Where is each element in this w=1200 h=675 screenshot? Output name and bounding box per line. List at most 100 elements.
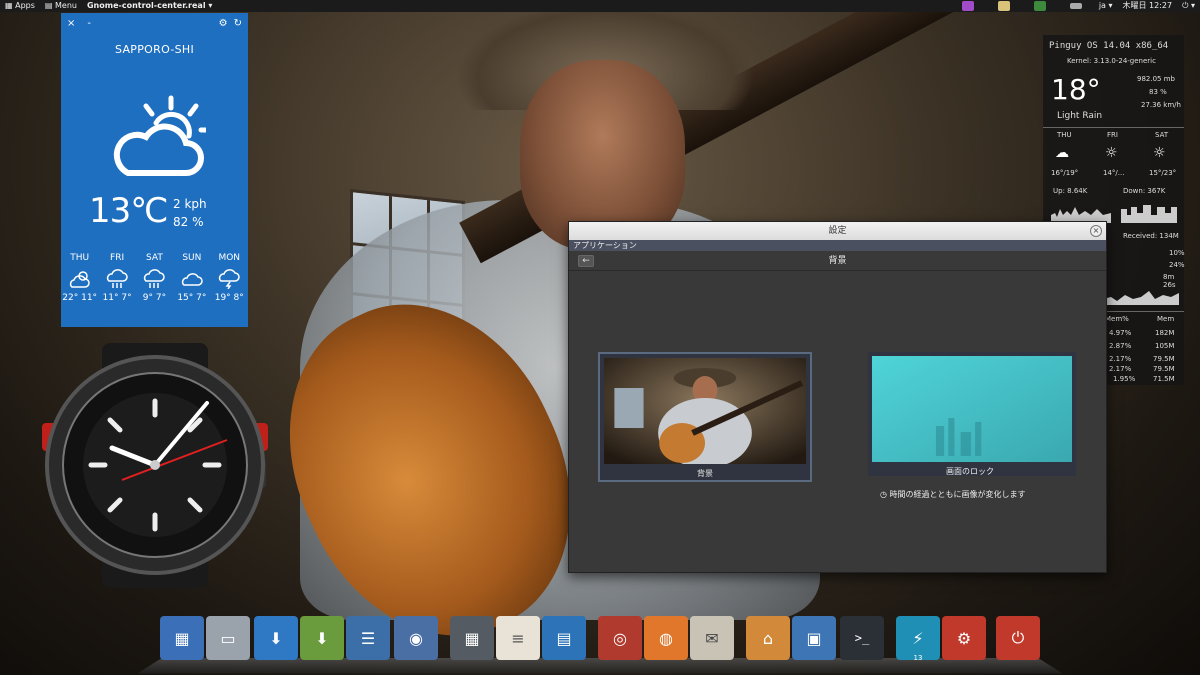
tray-app-icon[interactable] xyxy=(961,1,974,11)
document-writer-icon[interactable]: ▤ xyxy=(542,616,586,660)
weather-settings-icon[interactable]: ⚙ xyxy=(219,18,228,29)
sysmon-os: Pinguy OS 14.04 x86_64 xyxy=(1049,41,1169,51)
tray-window-icon[interactable] xyxy=(997,1,1010,11)
proc-mem-pct: 4.97% xyxy=(1109,329,1132,337)
weather-close-button[interactable]: × xyxy=(67,18,75,29)
weather-wind: 2 kph xyxy=(173,197,207,211)
sysmon-day: THU xyxy=(1057,131,1072,139)
background-label: 背景 xyxy=(697,469,713,478)
clock[interactable]: 木曜日 12:27 xyxy=(1118,0,1178,12)
weather-minimize-button[interactable]: - xyxy=(87,18,91,29)
calculator-icon[interactable]: ▦ xyxy=(450,616,494,660)
power-icon[interactable]: ⏻ xyxy=(996,616,1040,660)
sysmon-col-mem: Mem xyxy=(1157,315,1175,323)
partly-sunny-icon xyxy=(69,271,90,288)
sysmon-pressure: 982.05 mb xyxy=(1137,75,1175,83)
analog-clock-widget xyxy=(42,343,268,588)
software-center-icon[interactable]: ⬇ xyxy=(254,616,298,660)
proc-mem: 79.5M xyxy=(1153,365,1175,373)
cpu-graph xyxy=(1103,291,1179,305)
tray-battery-icon[interactable] xyxy=(1069,3,1082,9)
weather-app-icon[interactable]: ⚡ 13 xyxy=(896,616,940,662)
firefox-icon[interactable]: ◍ xyxy=(644,616,688,660)
top-panel: ▦ Apps ▤ Menu Gnome-control-center.real … xyxy=(0,0,1200,12)
proc-mem-pct: 2.17% xyxy=(1109,365,1132,373)
proc-mem: 79.5M xyxy=(1153,355,1175,363)
tray-shield-icon[interactable] xyxy=(1033,1,1046,11)
weather-humidity: 82 % xyxy=(173,215,204,229)
proc-mem-pct: 2.87% xyxy=(1109,342,1132,350)
proc-mem-pct: 1.95% xyxy=(1113,375,1136,383)
sysmon-temperature: 18° xyxy=(1051,73,1101,106)
file-manager-icon[interactable]: ▭ xyxy=(206,616,250,660)
settings-title: 設定 xyxy=(828,226,847,236)
window-close-button[interactable]: × xyxy=(1090,225,1102,237)
settings-gear-icon[interactable]: ⚙ xyxy=(942,616,986,660)
workspace-icon[interactable]: ▣ xyxy=(792,616,836,660)
settings-window: 設定 × アプリケーション ← 背景 背景 画面のロック ◷ 時間の経過とともに… xyxy=(568,221,1107,573)
weather-temperature: 13℃ xyxy=(89,191,168,231)
cloud-icon xyxy=(181,273,203,286)
partly-sunny-icon: ☼ xyxy=(1153,145,1166,161)
weather-city: SAPPORO-SHI xyxy=(114,43,194,56)
chrome-icon[interactable]: ◎ xyxy=(598,616,642,660)
proc-mem: 182M xyxy=(1155,329,1175,337)
sysmon-cpu1: 10% xyxy=(1169,249,1185,257)
main-menu[interactable]: ▤ Menu xyxy=(40,0,82,12)
proc-mem-pct: 2.17% xyxy=(1109,355,1132,363)
slideshow-note: ◷ 時間の経過とともに画像が変化します xyxy=(880,490,1026,499)
keyboard-language[interactable]: ja ▾ xyxy=(1094,0,1118,12)
sysmon-condition: Light Rain xyxy=(1057,111,1103,121)
forecast-day: MON 19° 8° xyxy=(214,253,244,303)
rain-icon xyxy=(106,269,128,288)
weather-app-glyph: ⚡ xyxy=(912,628,924,648)
sysmon-day-temps: 16°/19° xyxy=(1051,169,1079,177)
weather-app-badge: 13 xyxy=(913,654,923,662)
proc-mem: 105M xyxy=(1155,342,1175,350)
sysmon-wind: 27.36 km/h xyxy=(1141,101,1181,109)
update-manager-icon[interactable]: ⬇ xyxy=(300,616,344,660)
storm-icon xyxy=(219,269,240,289)
background-thumbnail[interactable]: 背景 xyxy=(598,352,812,482)
forecast-day: SUN 15° 7° xyxy=(177,253,207,303)
sysmon-day: SAT xyxy=(1155,131,1169,139)
weather-forecast: THU 22° 11° FRI 11° 7° SAT 9° 7° SUN 15°… xyxy=(61,253,248,303)
system-settings-icon[interactable]: ☰ xyxy=(346,616,390,660)
weather-refresh-icon[interactable]: ↻ xyxy=(234,18,242,29)
application-menu[interactable]: アプリケーション xyxy=(569,240,1106,251)
weather-widget: × - ⚙ ↻ SAPPORO-SHI 13℃ 2 kph 82 % THU 2… xyxy=(61,13,248,327)
upload-graph xyxy=(1051,207,1111,223)
wallpaper-preview xyxy=(604,358,806,468)
lockscreen-thumbnail[interactable]: 画面のロック xyxy=(868,352,1076,476)
sysmon-kernel: Kernel: 3.13.0-24-generic xyxy=(1067,57,1156,65)
power-menu[interactable]: ⏻ ▾ xyxy=(1177,0,1200,12)
sysmon-received: Received: 134M xyxy=(1123,232,1179,240)
notes-icon[interactable]: ≡ xyxy=(496,616,540,660)
sysmon-day: FRI xyxy=(1107,131,1118,139)
home-folder-icon[interactable]: ⌂ xyxy=(746,616,790,660)
sysmon-day-temps: 14°/... xyxy=(1103,169,1125,177)
lockscreen-label: 画面のロック xyxy=(946,467,994,476)
rain-icon xyxy=(144,269,166,288)
proc-mem: 71.5M xyxy=(1153,375,1175,383)
settings-titlebar[interactable]: 設定 × xyxy=(569,222,1106,240)
partly-sunny-icon: ☼ xyxy=(1105,145,1118,161)
partly-cloudy-icon xyxy=(113,95,206,176)
back-button[interactable]: ← xyxy=(578,255,594,267)
app-grid-icon[interactable]: ▦ xyxy=(160,616,204,660)
forecast-day: FRI 11° 7° xyxy=(102,253,132,303)
sysmon-download: Down: 367K xyxy=(1123,187,1166,195)
apps-menu[interactable]: ▦ Apps xyxy=(0,0,40,12)
weather-header: × - ⚙ ↻ xyxy=(61,13,248,33)
sysmon-col-mem-pct: Mem% xyxy=(1105,315,1129,323)
mail-icon[interactable]: ✉ xyxy=(690,616,734,660)
terminal-icon[interactable]: >_ xyxy=(840,616,884,660)
download-graph xyxy=(1121,205,1177,223)
sysmon-humidity: 83 % xyxy=(1149,88,1167,96)
lockscreen-preview xyxy=(872,356,1072,462)
sysmon-cpu2: 24% xyxy=(1169,261,1185,269)
webcam-icon[interactable]: ◉ xyxy=(394,616,438,660)
active-window-title[interactable]: Gnome-control-center.real ▾ xyxy=(82,0,217,12)
panel-heading: 背景 xyxy=(828,256,847,266)
sysmon-upload: Up: 8.64K xyxy=(1053,187,1088,195)
